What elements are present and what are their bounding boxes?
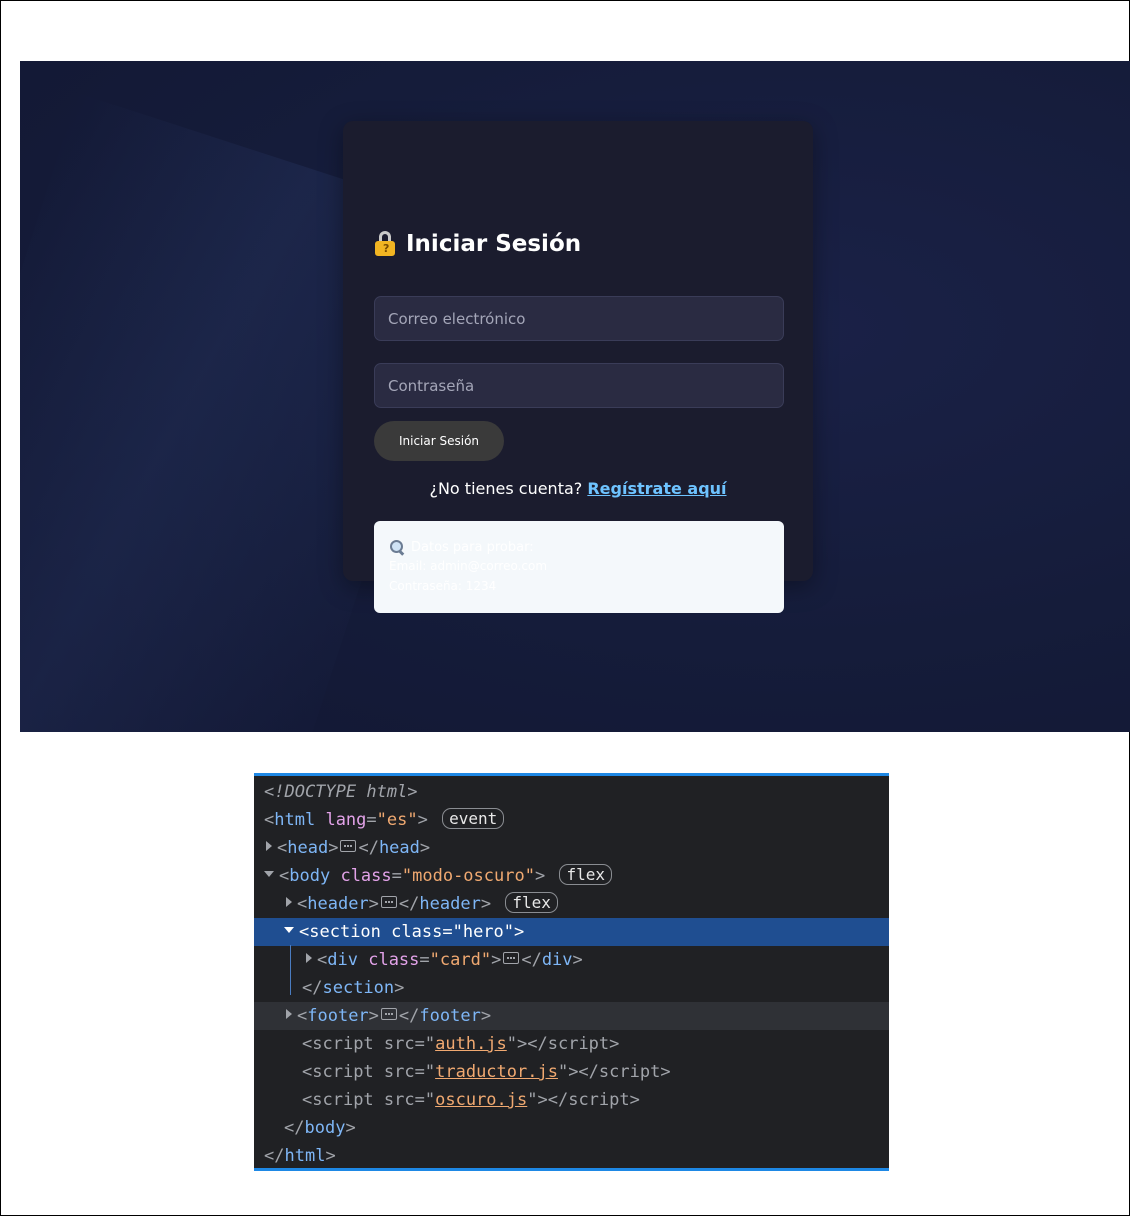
div-attr-value: "card" [429, 950, 492, 970]
footer-tag-name: footer [307, 1006, 369, 1026]
locked-with-key-icon: ? [374, 231, 398, 257]
body-attr-name: class [340, 866, 392, 886]
section-close-tag-name: section [322, 978, 395, 998]
flex-badge[interactable]: flex [505, 891, 558, 913]
expand-arrow-icon[interactable] [266, 841, 272, 851]
script-attr-name: src [383, 1062, 415, 1082]
magnifier-icon [389, 539, 405, 556]
footer-close-tag-name: footer [419, 1006, 481, 1026]
test-credentials-box: Datos para probar: Email: admin@correo.c… [374, 521, 784, 613]
head-tag-name: head [287, 838, 329, 858]
script-attr-name: src [383, 1090, 415, 1110]
test-credentials-email: Email: admin@correo.com [389, 559, 548, 573]
ellipsis-icon[interactable] [380, 896, 397, 908]
devtools-elements-panel: <!DOCTYPE html> <html lang="es"> event <… [254, 773, 889, 1171]
password-field[interactable] [374, 363, 784, 408]
test-credentials-heading: Datos para probar: [389, 539, 534, 556]
expand-arrow-icon[interactable] [306, 953, 312, 963]
login-title-text: Iniciar Sesión [406, 231, 582, 257]
script-attr-name: src [383, 1034, 415, 1054]
body-attr-value: "modo-oscuro" [401, 866, 535, 886]
hero-section: ? Iniciar Sesión Iniciar Sesión ¿No tien… [20, 61, 1130, 732]
header-tag-name: header [307, 894, 369, 914]
div-close-tag-name: div [541, 950, 573, 970]
body-tag-name: body [289, 866, 331, 886]
script-tag-name: script [312, 1034, 374, 1054]
test-credentials-title: Datos para probar: [411, 539, 534, 555]
dom-node-script-auth[interactable]: <script src="auth.js"></script> [254, 1030, 889, 1058]
script-close-tag-name: script [547, 1034, 610, 1054]
div-tag-name: div [327, 950, 358, 970]
login-submit-button[interactable]: Iniciar Sesión [374, 421, 504, 461]
script-src-link[interactable]: traductor.js [435, 1062, 558, 1082]
dom-node-head[interactable]: <head> </head> [254, 834, 889, 862]
expand-arrow-icon[interactable] [286, 1009, 292, 1019]
dom-node-html[interactable]: <html lang="es"> event [254, 806, 889, 834]
ellipsis-icon[interactable] [380, 1008, 397, 1020]
dom-node-body[interactable]: <body class="modo-oscuro"> flex [254, 862, 889, 890]
dom-node-section-close[interactable]: </section> [254, 974, 889, 1002]
html-attr-value: "es" [376, 810, 418, 830]
script-close-tag-name: script [568, 1090, 630, 1110]
header-close-tag-name: header [419, 894, 481, 914]
register-link[interactable]: Regístrate aquí [587, 479, 726, 498]
login-card: ? Iniciar Sesión Iniciar Sesión ¿No tien… [343, 121, 813, 613]
section-attr-name: class [391, 922, 443, 942]
script-src-link[interactable]: auth.js [435, 1034, 507, 1054]
selection-guide-line [290, 945, 291, 995]
section-tag-name: section [309, 922, 381, 942]
dom-node-script-oscuro[interactable]: <script src="oscuro.js"></script> [254, 1086, 889, 1114]
section-attr-value: "hero" [452, 922, 515, 942]
html-tag-name: html [274, 810, 316, 830]
ellipsis-icon[interactable] [340, 840, 357, 852]
script-tag-name: script [312, 1062, 374, 1082]
dom-node-doctype[interactable]: <!DOCTYPE html> [254, 778, 889, 806]
dom-node-header[interactable]: <header> </header> flex [254, 890, 889, 918]
register-prompt-text: ¿No tienes cuenta? [429, 479, 583, 498]
html-close-tag-name: html [284, 1146, 326, 1166]
login-title: ? Iniciar Sesión [374, 231, 581, 257]
collapse-arrow-icon[interactable] [284, 927, 294, 933]
collapse-arrow-icon[interactable] [264, 871, 274, 877]
email-field[interactable] [374, 296, 784, 341]
div-attr-name: class [368, 950, 420, 970]
script-src-link[interactable]: oscuro.js [435, 1090, 527, 1110]
register-prompt: ¿No tienes cuenta? Regístrate aquí [343, 479, 813, 498]
dom-node-html-close[interactable]: </html> [254, 1142, 889, 1168]
script-tag-name: script [312, 1090, 374, 1110]
screenshot-frame: ? Iniciar Sesión Iniciar Sesión ¿No tien… [0, 0, 1130, 1216]
script-close-tag-name: script [598, 1062, 661, 1082]
html-attr-name: lang [325, 810, 367, 830]
body-close-tag-name: body [304, 1118, 346, 1138]
expand-arrow-icon[interactable] [286, 897, 292, 907]
dom-node-footer[interactable]: <footer> </footer> [254, 1002, 889, 1030]
flex-badge[interactable]: flex [559, 863, 612, 885]
dom-node-section-selected[interactable]: <section class="hero"> [254, 918, 889, 946]
dom-node-script-traductor[interactable]: <script src="traductor.js"></script> [254, 1058, 889, 1086]
head-close-tag-name: head [378, 838, 420, 858]
event-badge[interactable]: event [442, 807, 505, 829]
test-credentials-password: Contraseña: 1234 [389, 579, 497, 593]
dom-node-div-card[interactable]: <div class="card"> </div> [254, 946, 889, 974]
dom-node-body-close[interactable]: </body> [254, 1114, 889, 1142]
ellipsis-icon[interactable] [503, 952, 520, 964]
doctype-text: <!DOCTYPE html> [264, 782, 418, 802]
